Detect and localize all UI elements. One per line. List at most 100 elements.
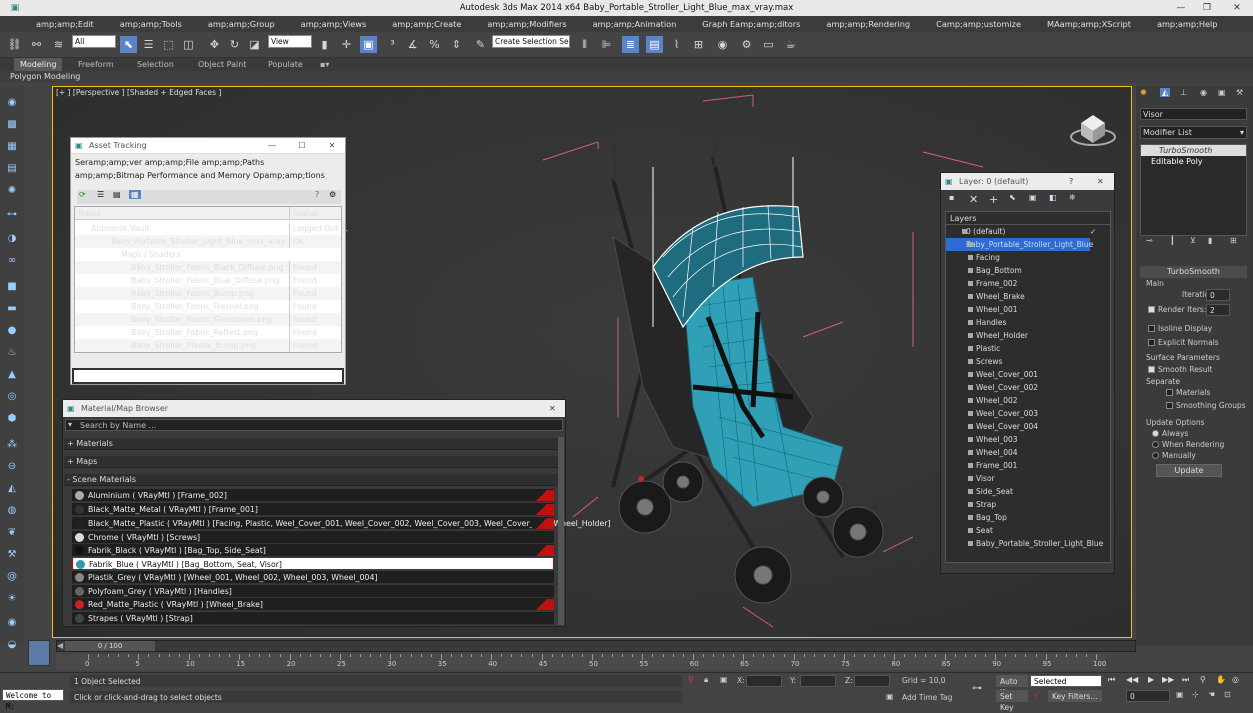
menu-graph-editors[interactable]: Graph Eamp;amp;ditors bbox=[676, 19, 800, 29]
percent-snap-icon[interactable]: % bbox=[426, 36, 443, 53]
material-row-selected[interactable]: Fabrik_Blue ( VRayMtl ) [Bag_Bottom, Sea… bbox=[72, 557, 554, 570]
camera-icon[interactable]: ⊶ bbox=[4, 206, 20, 222]
teapot-icon[interactable]: ♨ bbox=[4, 344, 20, 360]
pan-icon[interactable]: ✋ bbox=[1216, 675, 1226, 684]
menu-maxscript[interactable]: MAamp;amp;XScript bbox=[1021, 19, 1131, 29]
table-view-icon[interactable]: ▦ bbox=[129, 190, 141, 199]
ribbon-options-icon[interactable]: ▪▾ bbox=[320, 58, 329, 71]
material-row[interactable]: Red_Matte_Plastic ( VRayMtl ) [Wheel_Bra… bbox=[72, 598, 554, 611]
create-tab-icon[interactable]: ✺ bbox=[1140, 88, 1147, 97]
utilities-tab-icon[interactable]: ⚒ bbox=[1236, 88, 1243, 97]
menu-tools[interactable]: amp;amp;Tools bbox=[94, 19, 182, 29]
mmb-titlebar[interactable]: ▣ Material/Map Browser ✕ bbox=[63, 400, 565, 417]
table-row[interactable]: Baby_Stroller_Fabric_Fresnel.png Found bbox=[75, 300, 341, 313]
angle-snap-icon[interactable]: ∡ bbox=[404, 36, 421, 53]
key-filters-button[interactable]: Key Filters... bbox=[1048, 690, 1102, 702]
sun-icon[interactable]: ☀ bbox=[4, 590, 20, 606]
rect-selection-icon[interactable]: ⬚ bbox=[160, 36, 177, 53]
abs-mode-icon[interactable]: ▣ bbox=[720, 675, 728, 684]
detail-view-icon[interactable]: ▤ bbox=[113, 190, 121, 199]
window-crossing-icon[interactable]: ◫ bbox=[180, 36, 197, 53]
pivot-icon[interactable]: ▮ bbox=[316, 36, 333, 53]
z-coord-field[interactable] bbox=[854, 675, 890, 687]
select-object-icon[interactable]: ⬉ bbox=[120, 36, 137, 53]
stack-item-turbosmooth[interactable]: TurboSmooth bbox=[1141, 145, 1246, 156]
viewport-label[interactable]: [+ ] [Perspective ] [Shaded + Edged Face… bbox=[56, 88, 221, 97]
goto-end-icon[interactable]: ⏭ bbox=[1182, 675, 1189, 685]
table-row[interactable]: Baby_Stroller_Fabric_Blue_Diffuse.png Fou… bbox=[75, 274, 341, 287]
rotate-icon[interactable]: ↻ bbox=[226, 36, 243, 53]
remove-modifier-icon[interactable]: ▮ bbox=[1208, 236, 1212, 245]
close-icon[interactable]: ✕ bbox=[325, 138, 339, 154]
help-icon[interactable]: ? bbox=[315, 190, 319, 199]
material-row[interactable]: Polyfoam_Grey ( VRayMtl ) [Handles] bbox=[72, 585, 554, 598]
layers-header[interactable]: Layers bbox=[946, 212, 1110, 225]
add-time-tag[interactable]: Add Time Tag bbox=[902, 693, 952, 702]
asset-menu-row2[interactable]: amp;amp;Bitmap Performance and Memory Op… bbox=[75, 169, 341, 182]
category-maps[interactable]: + Maps bbox=[64, 456, 558, 468]
layer-object[interactable]: Weel_Cover_003 bbox=[946, 407, 1106, 420]
menu-edit[interactable]: amp;amp;Edit bbox=[0, 19, 94, 29]
layer-object[interactable]: Frame_002 bbox=[946, 277, 1106, 290]
col-status[interactable]: Status bbox=[289, 207, 341, 220]
field-of-view-icon[interactable]: ▣ bbox=[1176, 690, 1184, 699]
layer-item-stroller[interactable]: Baby_Portable_Stroller_Light_Blue bbox=[946, 238, 1093, 251]
separate-smoothing-checkbox[interactable]: Smoothing Groups bbox=[1166, 401, 1246, 410]
orbit-icon[interactable]: ◎ bbox=[1232, 675, 1239, 684]
light-icon[interactable]: ✺ bbox=[4, 182, 20, 198]
menu-modifiers[interactable]: amp;amp;Modifiers bbox=[461, 19, 566, 29]
isoline-display-checkbox[interactable]: Isoline Display bbox=[1148, 324, 1212, 333]
scale-icon[interactable]: ◪ bbox=[246, 36, 263, 53]
update-when-rendering-radio[interactable]: When Rendering bbox=[1152, 440, 1224, 449]
close-icon[interactable]: ✕ bbox=[1224, 0, 1250, 16]
mmb-search[interactable]: ▾ Search by Name ... bbox=[65, 419, 563, 431]
layer-item-default[interactable]: 0 (default) ✓ bbox=[940, 225, 1100, 238]
sky-icon[interactable]: ◒ bbox=[4, 636, 20, 652]
time-slider[interactable]: 0 / 100 ◀ bbox=[56, 640, 1136, 652]
box-icon[interactable]: ■ bbox=[4, 278, 20, 294]
render-icon[interactable]: ◉ bbox=[4, 614, 20, 630]
cylinder-icon[interactable]: ▬ bbox=[4, 300, 20, 316]
maximize-icon[interactable]: ☐ bbox=[295, 138, 309, 154]
spacewarp-icon[interactable]: ∞ bbox=[4, 252, 20, 268]
edit-named-sets-icon[interactable]: ✎ bbox=[472, 36, 489, 53]
layer-object[interactable]: Handles bbox=[946, 316, 1106, 329]
tab-modeling[interactable]: Modeling bbox=[14, 58, 63, 71]
category-scene-materials[interactable]: - Scene Materials bbox=[64, 474, 558, 486]
manipulate-icon[interactable]: ✛ bbox=[338, 36, 355, 53]
refresh-icon[interactable]: ⟳ bbox=[79, 190, 86, 199]
play-icon[interactable]: ▶ bbox=[1148, 675, 1154, 684]
set-key-button[interactable]: Set Key bbox=[996, 690, 1028, 712]
asset-tracking-titlebar[interactable]: ▣ Asset Tracking — ☐ ✕ bbox=[71, 138, 345, 154]
spiral-icon[interactable]: @ bbox=[4, 568, 20, 584]
material-row[interactable]: Aluminium ( VRayMtl ) [Frame_002] bbox=[72, 489, 554, 502]
layer-object[interactable]: Frame_001 bbox=[946, 459, 1106, 472]
select-by-name-icon[interactable]: ☰ bbox=[140, 36, 157, 53]
restore-icon[interactable]: ❐ bbox=[1194, 0, 1220, 16]
menu-rendering[interactable]: amp;amp;Rendering bbox=[800, 19, 910, 29]
lock-icon[interactable]: 🔒︎ bbox=[704, 675, 708, 685]
motion-tab-icon[interactable]: ◉ bbox=[1200, 88, 1207, 97]
hand-icon[interactable]: ☚ bbox=[1208, 690, 1215, 699]
spinner-snap-icon[interactable]: ⇕ bbox=[448, 36, 465, 53]
table-row[interactable]: Baby_Stroller_Fabric_Reflect.png Found bbox=[75, 326, 341, 339]
list-view-icon[interactable]: ☰ bbox=[97, 190, 104, 199]
eye-icon[interactable]: ◉ bbox=[4, 94, 20, 110]
mini-curve-editor-icon[interactable] bbox=[28, 640, 50, 666]
menu-animation[interactable]: amp;amp;Animation bbox=[567, 19, 677, 29]
highlight-layer-icon[interactable]: ▣ bbox=[1029, 193, 1037, 202]
align-icon[interactable]: ⊫ bbox=[598, 36, 615, 53]
menu-customize[interactable]: Camp;amp;ustomize bbox=[910, 19, 1021, 29]
asset-path-field[interactable] bbox=[72, 368, 344, 384]
sphere-icon[interactable]: ● bbox=[4, 322, 20, 338]
iterations-spinner[interactable]: 0 bbox=[1206, 289, 1230, 301]
track-bar[interactable]: 0 5 10 15 20 25 30 35 40 45 50 55 60 65 70 75 80 85 90 95 10… bbox=[56, 654, 1106, 670]
table-row[interactable]: Baby_Portable_Stroller_Light_Blue_max_vr… bbox=[75, 235, 341, 248]
mirror-icon[interactable]: ⫴ bbox=[576, 36, 593, 53]
ribbon-toggle-icon[interactable]: ▤ bbox=[646, 36, 663, 53]
rendered-frame-icon[interactable]: ▭ bbox=[760, 36, 777, 53]
material-row[interactable]: Strapes ( VRayMtl ) [Strap] bbox=[72, 612, 554, 625]
render-iters-checkbox[interactable]: Render Iters: bbox=[1148, 305, 1206, 314]
hide-all-icon[interactable]: ◧ bbox=[1049, 193, 1057, 202]
time-slider-thumb[interactable]: 0 / 100 bbox=[65, 641, 155, 651]
